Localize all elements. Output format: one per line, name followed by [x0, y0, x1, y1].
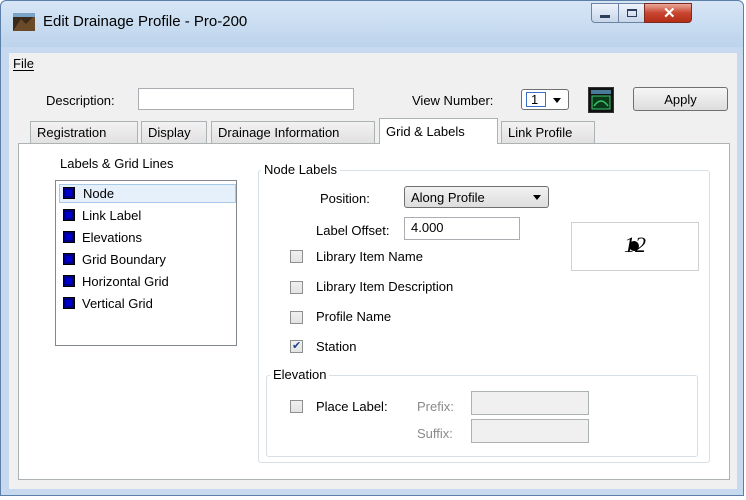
library-item-name-checkbox[interactable] [290, 250, 303, 263]
list-item-label: Elevations [82, 230, 142, 245]
color-swatch-icon [63, 253, 75, 265]
library-item-description-checkbox[interactable] [290, 281, 303, 294]
apply-button[interactable]: Apply [633, 87, 728, 111]
label-offset-label: Label Offset: [316, 223, 390, 238]
suffix-label: Suffix: [417, 426, 453, 441]
maximize-button[interactable] [618, 3, 645, 23]
elevation-group [266, 375, 698, 457]
color-swatch-icon [63, 209, 75, 221]
profile-name-label: Profile Name [316, 309, 392, 324]
chevron-down-icon [533, 195, 541, 200]
labels-grid-list[interactable]: Node Link Label Elevations Grid Boundary… [55, 180, 237, 346]
list-item-label: Link Label [82, 208, 142, 223]
close-button[interactable]: ✕ [644, 3, 692, 23]
maximize-icon [627, 9, 637, 17]
place-label-checkbox[interactable] [290, 400, 303, 413]
station-checkbox[interactable] [290, 339, 303, 353]
elevation-title: Elevation [270, 367, 330, 382]
color-swatch-icon [63, 297, 75, 309]
color-swatch-icon [63, 231, 75, 243]
tab-display[interactable]: Display [141, 121, 207, 143]
place-label-label: Place Label: [316, 399, 388, 414]
prefix-input[interactable] [471, 391, 589, 415]
position-label: Position: [320, 191, 370, 206]
minimize-icon [600, 15, 610, 18]
list-item-label: Node [83, 186, 115, 201]
list-item-node[interactable]: Node [59, 184, 236, 203]
library-item-description-label: Library Item Description [316, 279, 454, 294]
label-preview: 12 [571, 222, 699, 271]
color-swatch-icon [63, 275, 75, 287]
list-item-label: Vertical Grid [82, 296, 153, 311]
position-value: Along Profile [411, 190, 485, 205]
minimize-button[interactable] [591, 3, 619, 23]
node-dot-icon [629, 241, 639, 251]
color-swatch-icon [63, 187, 75, 199]
list-item-label: Grid Boundary [82, 252, 166, 267]
menu-file[interactable]: File [13, 56, 34, 71]
position-select[interactable]: Along Profile [404, 186, 549, 208]
close-icon: ✕ [663, 5, 676, 22]
view-number-select[interactable]: 1 [521, 89, 569, 110]
title-bar[interactable]: Edit Drainage Profile - Pro-200 ✕ [1, 1, 743, 47]
tab-grid-labels[interactable]: Grid & Labels [379, 118, 498, 144]
suffix-input[interactable] [471, 419, 589, 443]
station-label: Station [316, 339, 357, 354]
window-title: Edit Drainage Profile - Pro-200 [43, 13, 248, 30]
tab-registration[interactable]: Registration [30, 121, 138, 143]
view-window-icon[interactable] [588, 87, 614, 113]
labels-grid-title: Labels & Grid Lines [60, 156, 174, 171]
library-item-name-label: Library Item Name [316, 249, 423, 264]
list-item-label: Horizontal Grid [82, 274, 169, 289]
description-label: Description: [46, 93, 115, 108]
profile-name-checkbox[interactable] [290, 311, 303, 324]
view-number-label: View Number: [412, 93, 494, 108]
tab-link-profile[interactable]: Link Profile [501, 121, 595, 143]
prefix-label: Prefix: [417, 399, 454, 414]
menu-bar: File [9, 53, 737, 76]
view-number-value: 1 [531, 92, 539, 107]
chevron-down-icon [553, 98, 561, 103]
label-offset-input[interactable]: 4.000 [404, 217, 520, 240]
description-input[interactable] [138, 88, 354, 110]
drainage-profile-icon [13, 13, 35, 31]
node-labels-title: Node Labels [261, 162, 340, 177]
tab-drainage-information[interactable]: Drainage Information [211, 121, 375, 143]
